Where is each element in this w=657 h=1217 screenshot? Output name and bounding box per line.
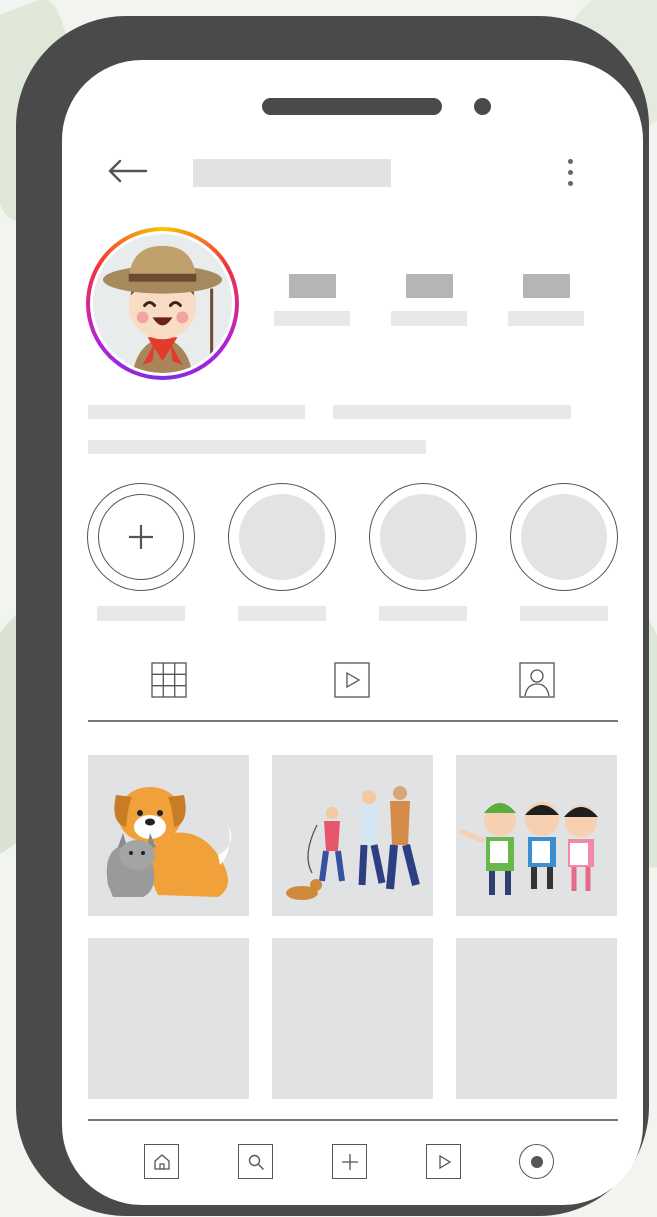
highlight-label-placeholder <box>238 606 326 621</box>
stat-label-placeholder <box>391 311 467 326</box>
tabs-divider <box>88 720 618 722</box>
posts-count-stat[interactable] <box>274 274 350 326</box>
username-placeholder <box>193 159 391 187</box>
stat-label-placeholder <box>274 311 350 326</box>
story-highlight[interactable] <box>228 483 336 621</box>
profile-avatar[interactable] <box>86 227 239 380</box>
post-thumbnail[interactable] <box>88 755 249 916</box>
highlight-label-placeholder <box>379 606 467 621</box>
nav-reels-play-icon[interactable] <box>426 1144 461 1179</box>
family-walking-dog-illustration <box>272 755 433 916</box>
bottom-nav-divider <box>88 1119 618 1121</box>
nav-home-icon[interactable] <box>144 1144 179 1179</box>
following-count-stat[interactable] <box>508 274 584 326</box>
post-thumbnail-empty[interactable] <box>272 938 433 1099</box>
plus-icon <box>129 525 153 549</box>
bio-name-placeholder <box>88 405 305 419</box>
new-highlight[interactable] <box>87 483 195 621</box>
tab-reels-play-icon[interactable] <box>334 662 370 698</box>
stat-number-placeholder <box>405 274 453 298</box>
front-camera <box>474 98 491 115</box>
story-highlight[interactable] <box>369 483 477 621</box>
tab-posts-grid-icon[interactable] <box>151 662 187 698</box>
dog-and-cat-illustration <box>88 755 249 916</box>
children-scouts-illustration <box>456 755 617 916</box>
stat-number-placeholder <box>288 274 336 298</box>
highlight-label-placeholder <box>520 606 608 621</box>
phone-screen <box>62 60 643 1205</box>
nav-search-icon[interactable] <box>238 1144 273 1179</box>
nav-create-plus-icon[interactable] <box>332 1144 367 1179</box>
story-highlight[interactable] <box>510 483 618 621</box>
phone-frame <box>16 16 649 1216</box>
highlight-label-placeholder <box>97 606 185 621</box>
stat-number-placeholder <box>522 274 570 298</box>
back-arrow-icon[interactable] <box>106 156 150 186</box>
stat-label-placeholder <box>508 311 584 326</box>
post-thumbnail-empty[interactable] <box>456 938 617 1099</box>
more-options-icon[interactable] <box>558 156 582 190</box>
speaker-grille <box>262 98 442 115</box>
scout-boy-avatar-image <box>93 234 232 373</box>
followers-count-stat[interactable] <box>391 274 467 326</box>
post-thumbnail[interactable] <box>272 755 433 916</box>
post-thumbnail-empty[interactable] <box>88 938 249 1099</box>
bio-category-placeholder <box>333 405 571 419</box>
post-thumbnail[interactable] <box>456 755 617 916</box>
nav-profile-icon[interactable] <box>519 1144 554 1179</box>
bio-text-placeholder <box>88 440 426 454</box>
tab-tagged-person-icon[interactable] <box>519 662 555 698</box>
